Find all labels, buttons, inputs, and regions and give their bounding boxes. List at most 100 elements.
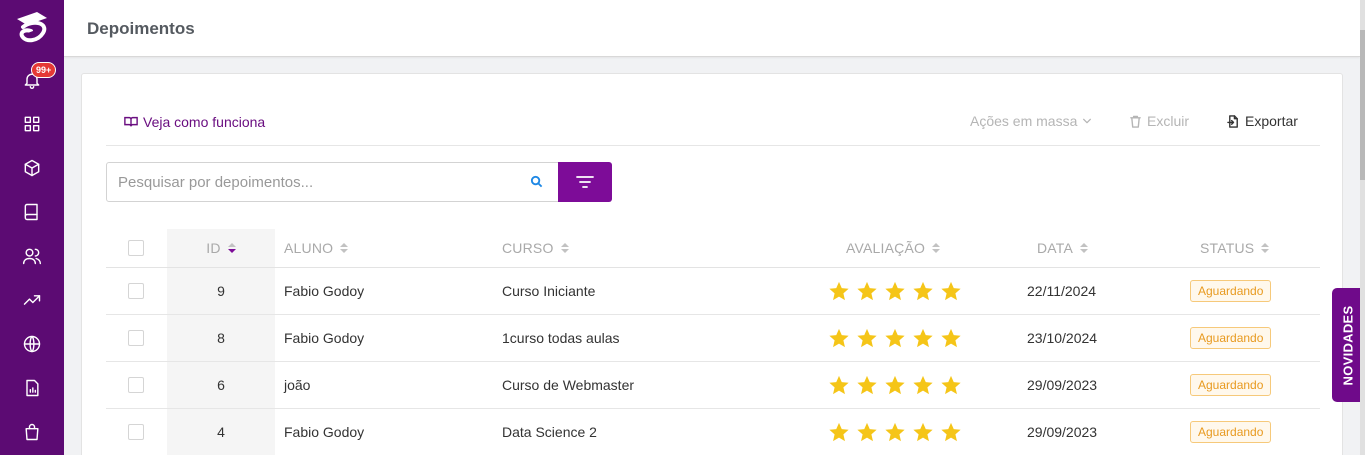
rating-cell [828,362,962,408]
column-header-id-label: ID [206,240,221,256]
date-cell: 29/09/2023 [1027,377,1098,393]
export-button[interactable]: Exportar [1227,113,1298,129]
row-select-cell [128,409,144,455]
logo[interactable] [0,0,64,58]
search-box [106,162,559,202]
sidebar-item-reports[interactable] [0,366,64,410]
open-book-icon [124,116,138,127]
column-header-rating-label: AVALIAÇÃO [846,240,926,256]
id-cell: 9 [167,268,275,314]
table-row[interactable]: 8 Fabio Godoy 1curso todas aulas 23/10/2… [106,315,1320,362]
row-checkbox[interactable] [128,424,144,440]
column-header-course-label: CURSO [502,240,554,256]
course-cell: 1curso todas aulas [502,330,620,346]
trash-icon [1130,115,1141,128]
testimonials-table: ID ALUNO CURSO AVALIAÇÃO DATA STATUS 9 F… [106,229,1320,455]
delete-button[interactable]: Excluir [1129,113,1189,129]
table-row[interactable]: 6 joão Curso de Webmaster 29/09/2023 Agu… [106,362,1320,409]
id-cell: 6 [167,362,275,408]
how-it-works-link[interactable]: Veja como funciona [124,114,265,130]
status-badge: Aguardando [1190,421,1272,443]
row-checkbox[interactable] [128,283,144,299]
export-icon [1227,114,1238,128]
grid-icon [24,116,40,132]
course-cell: Data Science 2 [502,424,597,440]
shopping-bag-icon [25,423,39,441]
rating-stars [828,280,962,302]
status-cell: Aguardando [1190,268,1272,314]
column-header-date[interactable]: DATA [1037,229,1089,267]
sort-icon [932,243,941,253]
student-cell: Fabio Godoy [284,283,365,299]
column-header-rating[interactable]: AVALIAÇÃO [846,229,941,267]
row-checkbox[interactable] [128,377,144,393]
rating-stars [828,374,962,396]
column-header-date-label: DATA [1037,240,1074,256]
bulk-actions-dropdown[interactable]: Ações em massa [970,113,1092,129]
rating-cell [828,268,962,314]
news-side-tab-label: NOVIDADES [1340,305,1355,385]
column-header-id[interactable]: ID [167,229,275,267]
sort-icon [560,243,569,253]
logo-icon [17,12,47,43]
sidebar-item-notifications[interactable]: 99+ [0,58,64,102]
users-icon [22,248,42,265]
star-icon [913,375,933,395]
globe-icon [23,335,41,353]
sort-icon [340,243,349,253]
table-row[interactable]: 9 Fabio Godoy Curso Iniciante 22/11/2024… [106,268,1320,315]
star-icon [885,375,905,395]
id-cell: 8 [167,315,275,361]
course-cell: Curso de Webmaster [502,377,635,393]
status-cell: Aguardando [1190,315,1272,361]
delete-label: Excluir [1147,113,1190,129]
row-select-cell [128,268,144,314]
sidebar-item-dashboard[interactable] [0,102,64,146]
sidebar-item-users[interactable] [0,234,64,278]
status-cell: Aguardando [1190,362,1272,408]
star-icon [829,328,849,348]
row-checkbox[interactable] [128,330,144,346]
how-it-works-label: Veja como funciona [143,114,266,130]
date-cell: 29/09/2023 [1027,424,1098,440]
content-card: Veja como funciona Ações em massa Exclui… [81,73,1343,455]
status-badge: Aguardando [1190,374,1272,396]
column-header-student[interactable]: ALUNO [284,229,349,267]
filter-button[interactable] [558,162,612,202]
search-input[interactable] [107,163,530,201]
sidebar-item-products[interactable] [0,146,64,190]
table-header: ID ALUNO CURSO AVALIAÇÃO DATA STATUS [106,229,1320,268]
star-icon [885,281,905,301]
star-icon [857,328,877,348]
star-icon [941,422,961,442]
sort-icon [1080,243,1089,253]
column-header-status-label: STATUS [1200,240,1255,256]
sort-icon [1261,243,1270,253]
star-icon [829,375,849,395]
star-icon [941,281,961,301]
sidebar-item-reports-trend[interactable] [0,278,64,322]
toolbar: Veja como funciona Ações em massa Exclui… [106,100,1320,146]
table-row[interactable]: 4 Fabio Godoy Data Science 2 29/09/2023 … [106,409,1320,455]
student-cell: joão [284,377,311,393]
star-icon [913,422,933,442]
scrollbar-thumb[interactable] [1360,30,1365,180]
trending-icon [23,295,41,305]
export-label: Exportar [1245,113,1298,129]
sidebar-item-site[interactable] [0,322,64,366]
rating-cell [828,409,962,455]
page-scrollbar[interactable] [1360,0,1365,455]
star-icon [829,422,849,442]
star-icon [857,422,877,442]
column-header-status[interactable]: STATUS [1200,229,1270,267]
id-cell: 4 [167,409,275,455]
column-header-course[interactable]: CURSO [502,229,569,267]
topbar: Depoimentos [64,0,1360,57]
news-side-tab[interactable]: NOVIDADES [1332,288,1363,402]
sidebar-item-store[interactable] [0,410,64,454]
notification-badge: 99+ [31,62,57,78]
sidebar-item-courses[interactable] [0,190,64,234]
search-icon[interactable] [530,175,544,189]
select-all-checkbox[interactable] [128,240,144,256]
status-badge: Aguardando [1190,327,1272,349]
